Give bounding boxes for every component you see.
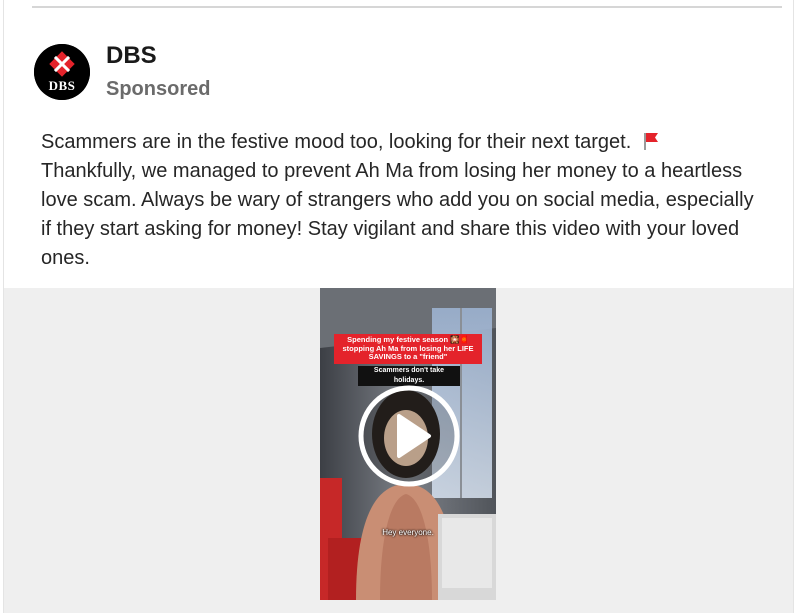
avatar-logo-text: DBS — [48, 78, 76, 93]
ad-post-card: DBS DBS Sponsored Scammers are in the fe… — [0, 0, 797, 613]
post-body-text: Thankfully, we managed to prevent Ah Ma … — [41, 160, 754, 269]
brand-avatar[interactable]: DBS — [34, 44, 90, 100]
post-body: Scammers are in the festive mood too, lo… — [41, 128, 761, 273]
brand-name-link[interactable]: DBS — [106, 42, 210, 70]
post-author: DBS Sponsored — [106, 42, 210, 102]
post-body-line-1: Scammers are in the festive mood too, lo… — [41, 131, 632, 153]
post-header: DBS DBS Sponsored — [34, 42, 210, 102]
red-flag-icon — [643, 133, 658, 150]
play-icon[interactable] — [357, 384, 461, 488]
video-caption-banner: Spending my festive season 🎇🧧 stopping A… — [334, 334, 482, 364]
card-border-right — [793, 0, 794, 613]
sponsored-label: Sponsored — [106, 78, 211, 100]
video-caption-tagline: Scammers don't take holidays. — [358, 366, 460, 386]
video-player[interactable]: Spending my festive season 🎇🧧 stopping A… — [320, 288, 496, 600]
media-area: Spending my festive season 🎇🧧 stopping A… — [4, 288, 793, 613]
top-divider — [32, 6, 782, 8]
video-subtitle: Hey everyone. — [382, 528, 434, 537]
